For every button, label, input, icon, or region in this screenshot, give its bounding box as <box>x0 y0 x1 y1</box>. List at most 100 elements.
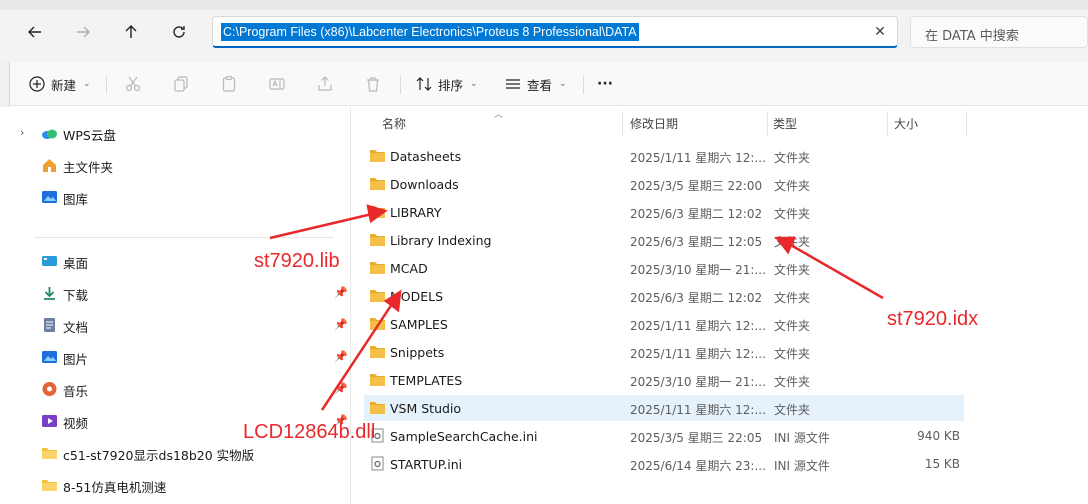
file-type: INI 源文件 <box>774 459 830 473</box>
file-name: VSM Studio <box>390 401 462 416</box>
sidebar-item-downloads[interactable]: 下载 📌 <box>0 279 350 307</box>
pin-icon[interactable]: 📌 <box>334 318 348 331</box>
rename-icon <box>268 75 286 93</box>
sidebar-item-label: 图片 <box>63 352 89 367</box>
sidebar-item-gallery[interactable]: 图库 <box>0 183 350 211</box>
copy-button[interactable] <box>172 70 190 98</box>
column-divider[interactable] <box>887 111 888 137</box>
pin-icon[interactable]: 📌 <box>334 382 348 395</box>
chevron-right-icon[interactable]: › <box>20 126 32 140</box>
address-bar[interactable]: C:\Program Files (x86)\Labcenter Electro… <box>212 16 898 48</box>
file-row[interactable]: Library Indexing 2025/6/3 星期二 12:05 文件夹 <box>364 227 964 253</box>
settings-file-icon <box>369 456 386 471</box>
arrow-right-icon <box>77 26 90 38</box>
file-name: Library Indexing <box>390 233 492 248</box>
paste-button[interactable] <box>220 70 238 98</box>
refresh-button[interactable] <box>165 20 193 44</box>
file-row[interactable]: Downloads 2025/3/5 星期三 22:00 文件夹 <box>364 171 964 197</box>
folder-icon <box>369 232 386 247</box>
divider <box>400 76 401 94</box>
file-date: 2025/3/5 星期三 22:00 <box>630 179 763 193</box>
divider <box>583 76 584 94</box>
divider <box>34 237 334 238</box>
column-divider[interactable] <box>622 111 623 137</box>
sidebar-item-home[interactable]: 主文件夹 <box>0 151 350 179</box>
file-row[interactable]: TEMPLATES 2025/3/10 星期一 21:... 文件夹 <box>364 367 964 393</box>
pin-icon[interactable]: 📌 <box>334 350 348 363</box>
column-divider[interactable] <box>767 111 768 137</box>
folder-icon <box>41 445 58 461</box>
sort-button[interactable]: 排序 ⌄ <box>415 70 478 98</box>
new-label: 新建 <box>51 77 77 93</box>
sidebar-item-music[interactable]: 音乐 📌 <box>0 375 350 403</box>
file-date: 2025/1/11 星期六 12:... <box>630 319 766 333</box>
more-options-button[interactable]: ··· <box>597 70 613 98</box>
search-box[interactable]: 在 DATA 中搜索 <box>910 16 1088 48</box>
cut-button[interactable] <box>124 70 142 98</box>
column-header-type[interactable]: 类型 <box>773 115 797 135</box>
arrow-up-icon <box>125 25 137 38</box>
delete-button[interactable] <box>364 70 382 98</box>
file-row[interactable]: VSM Studio 2025/1/11 星期六 12:... 文件夹 <box>364 395 964 421</box>
file-date: 2025/6/3 星期二 12:02 <box>630 207 763 221</box>
file-list: ︿ 名称 修改日期 类型 大小 Datasheets 2025/1/11 星期六 … <box>352 107 1088 504</box>
file-type: 文件夹 <box>774 179 811 193</box>
sidebar-item-label: WPS云盘 <box>63 128 116 143</box>
file-row[interactable]: MODELS 2025/6/3 星期二 12:02 文件夹 <box>364 283 964 309</box>
back-button[interactable] <box>21 20 49 44</box>
more-icon: ··· <box>597 76 613 92</box>
sidebar-item-label: 音乐 <box>63 384 89 399</box>
sidebar-item-documents[interactable]: 文档 📌 <box>0 311 350 339</box>
sort-label: 排序 <box>438 77 464 93</box>
sidebar-item-motor-folder[interactable]: 8-51仿真电机测速 <box>0 471 350 499</box>
sort-ascending-icon: ︿ <box>494 110 504 120</box>
column-header-name[interactable]: 名称 <box>382 115 406 135</box>
file-date: 2025/3/10 星期一 21:... <box>630 375 766 389</box>
column-header-date[interactable]: 修改日期 <box>630 115 678 135</box>
file-type: 文件夹 <box>774 207 811 221</box>
up-button[interactable] <box>117 20 145 44</box>
sidebar-item-pictures[interactable]: 图片 📌 <box>0 343 350 371</box>
column-header-size[interactable]: 大小 <box>894 115 918 135</box>
share-button[interactable] <box>316 70 334 98</box>
share-icon <box>316 75 334 93</box>
pane-divider[interactable] <box>350 107 351 504</box>
rename-button[interactable] <box>268 70 286 98</box>
file-size: 940 KB <box>917 429 960 443</box>
view-button[interactable]: 查看 ⌄ <box>504 70 567 98</box>
file-row[interactable]: Snippets 2025/1/11 星期六 12:... 文件夹 <box>364 339 964 365</box>
new-button[interactable]: 新建 ⌄ <box>28 70 91 98</box>
navigation-bar: C:\Program Files (x86)\Labcenter Electro… <box>0 0 1088 62</box>
folder-icon <box>369 204 386 219</box>
file-date: 2025/1/11 星期六 12:... <box>630 347 766 361</box>
clear-icon[interactable]: ✕ <box>871 23 889 41</box>
file-row[interactable]: Datasheets 2025/1/11 星期六 12:... 文件夹 <box>364 143 964 169</box>
file-row[interactable]: SampleSearchCache.ini 2025/3/5 星期三 22:05 I… <box>364 423 964 449</box>
file-type: 文件夹 <box>774 263 811 277</box>
file-row[interactable]: MCAD 2025/3/10 星期一 21:... 文件夹 <box>364 255 964 281</box>
sidebar-item-label: 8-51仿真电机测速 <box>63 480 167 495</box>
pin-icon[interactable]: 📌 <box>334 286 348 299</box>
file-name: LIBRARY <box>390 205 442 220</box>
file-type: 文件夹 <box>774 235 811 249</box>
file-type: 文件夹 <box>774 151 811 165</box>
folder-icon <box>369 176 386 191</box>
file-date: 2025/1/11 星期六 12:... <box>630 403 766 417</box>
folder-icon <box>369 316 386 331</box>
file-type: 文件夹 <box>774 319 811 333</box>
file-type: 文件夹 <box>774 291 811 305</box>
folder-icon <box>369 148 386 163</box>
sidebar-item-label: 桌面 <box>63 256 89 271</box>
scissors-icon <box>124 75 142 93</box>
file-row[interactable]: LIBRARY 2025/6/3 星期二 12:02 文件夹 <box>364 199 964 225</box>
sidebar-item-label: 视频 <box>63 416 89 431</box>
column-divider[interactable] <box>966 111 967 137</box>
music-icon <box>41 381 58 397</box>
sidebar-item-wps-cloud[interactable]: › WPS云盘 <box>0 119 350 147</box>
file-row[interactable]: STARTUP.ini 2025/6/14 星期六 23:... INI 源文件 15… <box>364 451 964 477</box>
forward-button[interactable] <box>69 20 97 44</box>
sidebar-item-label: c51-st7920显示ds18b20 实物版 <box>63 448 255 463</box>
address-path[interactable]: C:\Program Files (x86)\Labcenter Electro… <box>221 23 639 41</box>
file-row[interactable]: SAMPLES 2025/1/11 星期六 12:... 文件夹 <box>364 311 964 337</box>
file-size: 15 KB <box>924 457 960 471</box>
